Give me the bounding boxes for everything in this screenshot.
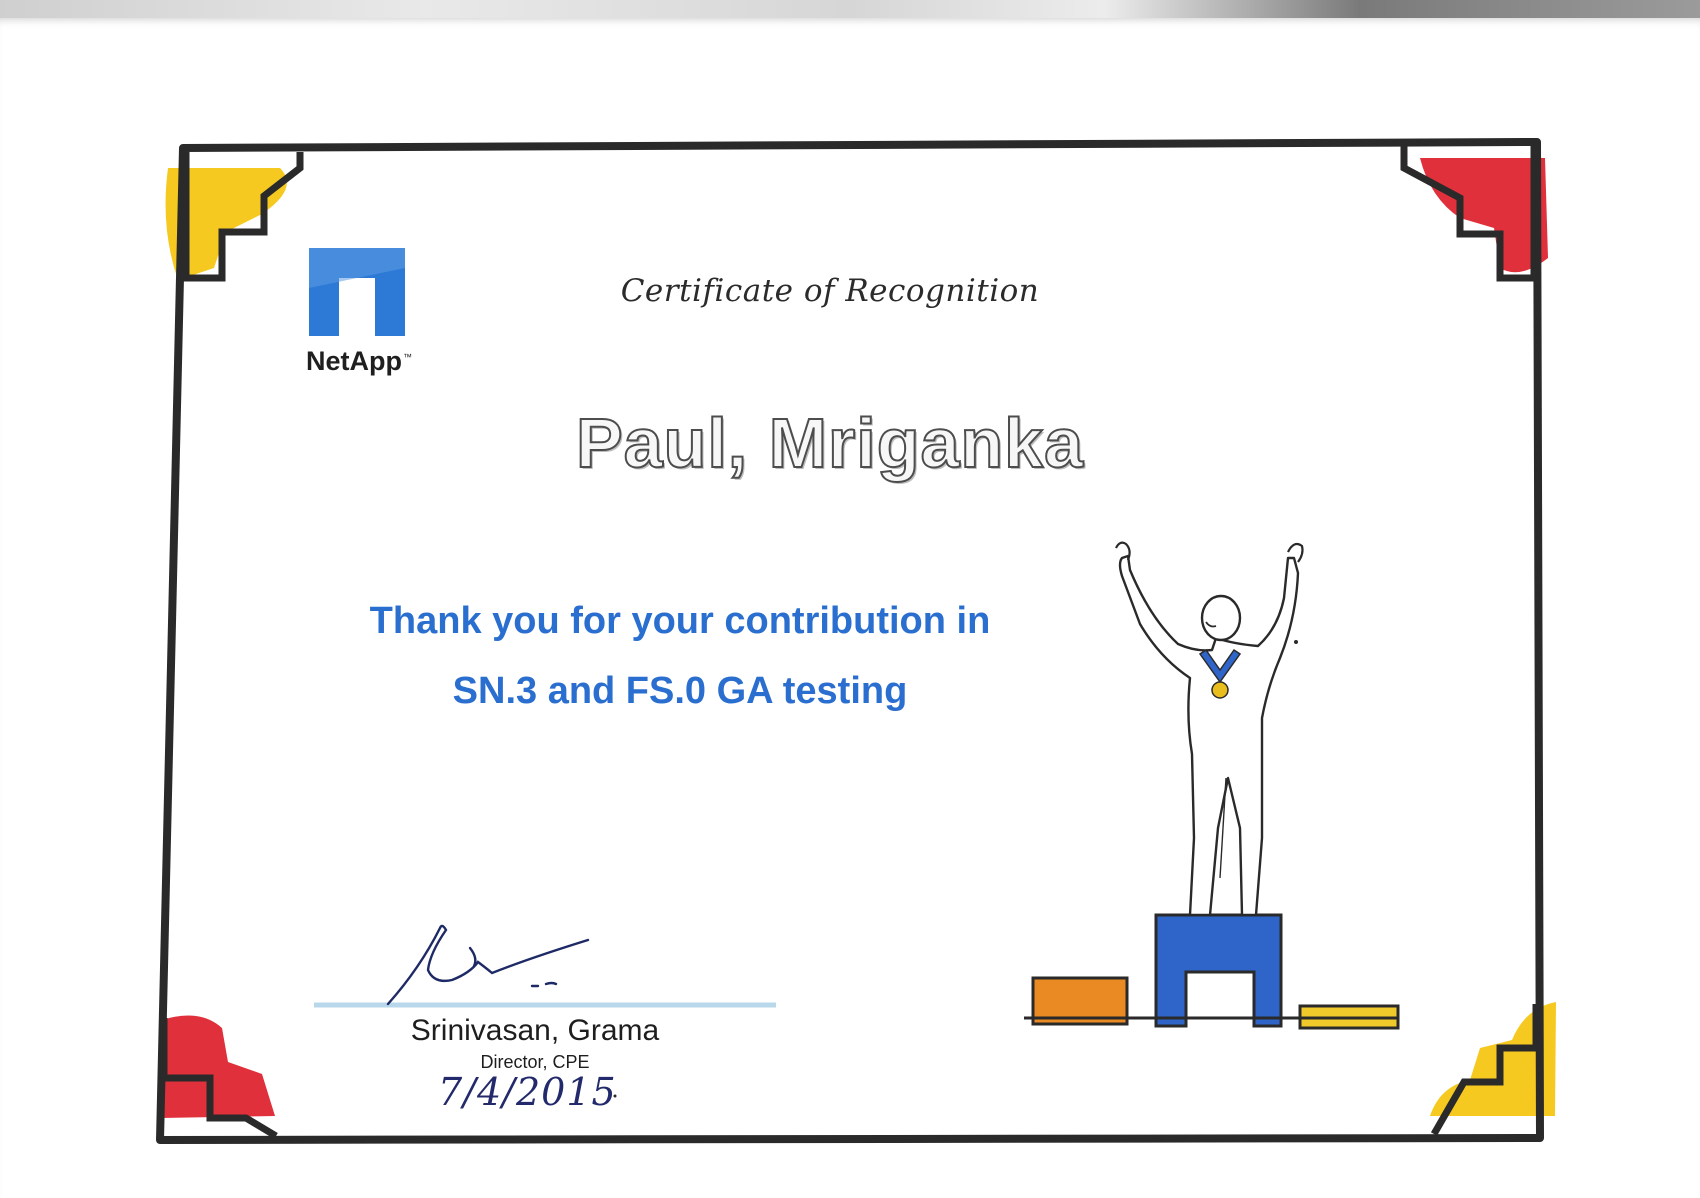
figure-head [1200, 594, 1242, 642]
certificate-sheet: NetApp ™ Certificate of Recognition Paul… [0, 18, 1700, 1198]
podium-center-block [1154, 913, 1283, 1028]
certificate-title: Certificate of Recognition [620, 273, 1040, 309]
recipient-name: Paul, Mriganka [575, 403, 1085, 483]
message-line-2: SN.3 and FS.0 GA testing [452, 670, 908, 712]
winner-on-podium-icon [1024, 541, 1400, 1030]
corner-red-top-right [1420, 158, 1548, 273]
signature-scribble [386, 924, 590, 1006]
medal-gold [1211, 681, 1229, 699]
message-line-1: Thank you for your contribution in [369, 600, 991, 642]
handwritten-date: 7/4/2015 [438, 1070, 617, 1114]
netapp-wordmark: NetApp [306, 346, 402, 376]
corner-red-bottom-left [160, 1015, 275, 1118]
signatory-name: Srinivasan, Grama [410, 1014, 660, 1047]
decor-dot [1294, 640, 1298, 644]
trademark-mark: ™ [403, 352, 412, 362]
netapp-n-logo-icon [309, 248, 405, 336]
